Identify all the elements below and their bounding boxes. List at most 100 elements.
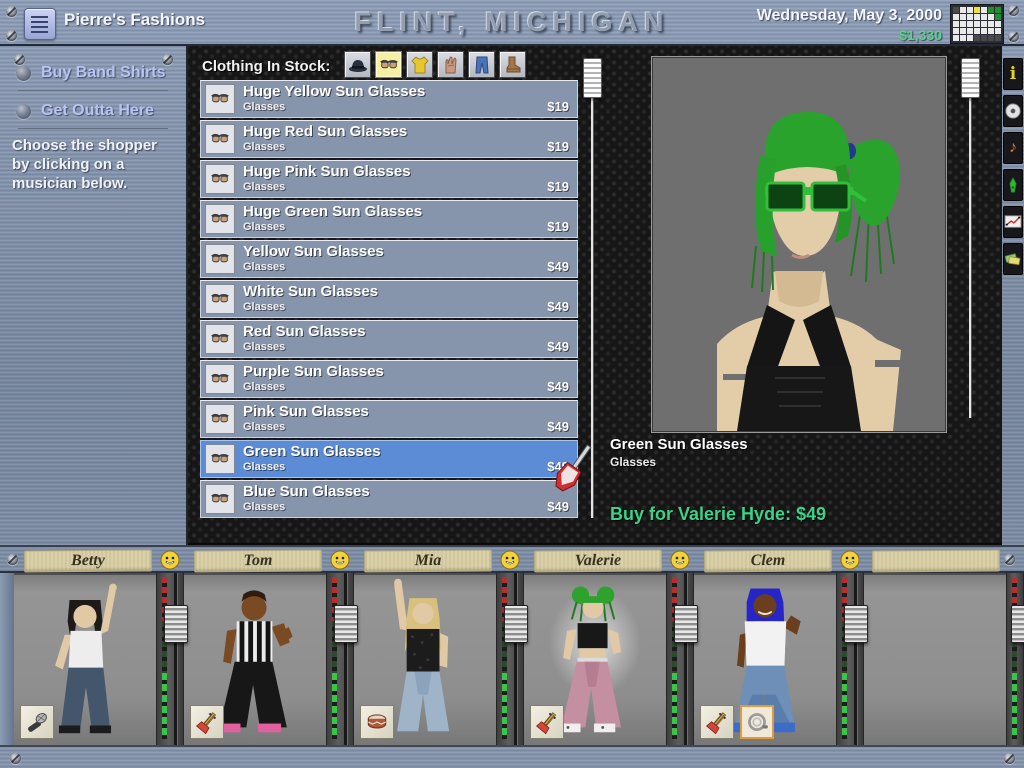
item-price: $49	[547, 379, 569, 394]
volume-fader[interactable]	[504, 605, 528, 643]
cable-icon[interactable]	[740, 705, 774, 739]
category-shirts-button[interactable]	[406, 51, 433, 78]
category-pants-button[interactable]	[468, 51, 495, 78]
divider	[18, 128, 168, 130]
chart-icon[interactable]	[1003, 206, 1023, 238]
item-row-blue-sun-glasses[interactable]: Blue Sun GlassesGlasses$49	[200, 480, 578, 518]
money-icon[interactable]	[1003, 243, 1023, 275]
item-title: Green Sun Glasses	[243, 443, 381, 460]
screw-icon	[1008, 5, 1019, 16]
sunglasses-icon	[205, 324, 235, 354]
item-title: Huge Pink Sun Glasses	[243, 163, 411, 180]
date-label: Wednesday, May 3, 2000	[757, 7, 942, 25]
item-row-yellow-sun-glasses[interactable]: Yellow Sun GlassesGlasses$49	[200, 240, 578, 278]
item-title: Purple Sun Glasses	[243, 363, 384, 380]
item-row-huge-green-sun-glasses[interactable]: Huge Green Sun GlassesGlasses$19	[200, 200, 578, 238]
item-row-green-sun-glasses[interactable]: Green Sun GlassesGlasses$49	[200, 440, 578, 478]
calendar-day-cell	[974, 21, 980, 27]
list-scrollbar-track[interactable]	[591, 62, 593, 518]
green-guitar-icon[interactable]	[1003, 169, 1023, 201]
level-meter	[502, 577, 507, 739]
smiley-icon[interactable]	[160, 550, 180, 570]
screw-icon	[10, 753, 21, 764]
info-icon[interactable]: i	[1003, 58, 1023, 90]
screw-icon	[1004, 554, 1015, 565]
level-meter	[162, 577, 167, 739]
level-meter	[332, 577, 337, 739]
sunglasses-icon	[205, 404, 235, 434]
item-row-huge-yellow-sun-glasses[interactable]: Huge Yellow Sun GlassesGlasses$19	[200, 80, 578, 118]
fader-column	[836, 573, 864, 745]
buy-band-shirts-label: Buy Band Shirts	[41, 64, 165, 82]
guitar-icon[interactable]	[530, 705, 564, 739]
microphone-icon[interactable]	[20, 705, 54, 739]
item-row-pink-sun-glasses[interactable]: Pink Sun GlassesGlasses$49	[200, 400, 578, 438]
calendar-day-cell	[967, 21, 973, 27]
item-price: $49	[547, 339, 569, 354]
drum-icon[interactable]	[360, 705, 394, 739]
item-title: Pink Sun Glasses	[243, 403, 369, 420]
calendar-widget[interactable]	[950, 4, 1004, 44]
name-plate-clem[interactable]: Clem	[704, 549, 832, 572]
menu-list-icon[interactable]	[24, 8, 56, 40]
smiley-icon[interactable]	[500, 550, 520, 570]
item-price: $19	[547, 139, 569, 154]
screw-icon	[6, 30, 17, 41]
calendar-day-cell	[981, 21, 987, 27]
name-plate-valerie[interactable]: Valerie	[534, 549, 662, 572]
item-row-red-sun-glasses[interactable]: Red Sun GlassesGlasses$49	[200, 320, 578, 358]
preview-scrollbar-handle[interactable]	[961, 58, 980, 98]
smiley-icon[interactable]	[330, 550, 350, 570]
guitar-icon[interactable]	[190, 705, 224, 739]
fader-column	[1006, 573, 1024, 745]
item-row-white-sun-glasses[interactable]: White Sun GlassesGlasses$49	[200, 280, 578, 318]
volume-fader[interactable]	[164, 605, 188, 643]
musician-cell-clem[interactable]	[694, 573, 836, 745]
guitar-icon[interactable]	[700, 705, 734, 739]
buy-band-shirts-button[interactable]: Buy Band Shirts	[16, 64, 165, 82]
item-row-purple-sun-glasses[interactable]: Purple Sun GlassesGlasses $49	[200, 360, 578, 398]
musician-cell-tom[interactable]	[184, 573, 326, 745]
calendar-day-cell	[960, 14, 966, 20]
money-label: $1,330	[899, 27, 942, 43]
item-row-huge-red-sun-glasses[interactable]: Huge Red Sun GlassesGlasses$19	[200, 120, 578, 158]
list-scrollbar-handle[interactable]	[583, 58, 602, 98]
music-note-icon[interactable]: ♪	[1003, 132, 1023, 164]
musician-cell-betty[interactable]	[14, 573, 156, 745]
item-row-huge-pink-sun-glasses[interactable]: Huge Pink Sun GlassesGlasses$19	[200, 160, 578, 198]
item-subtitle: Glasses	[243, 381, 285, 393]
item-subtitle: Glasses	[243, 301, 285, 313]
category-hats-button[interactable]	[344, 51, 371, 78]
item-title: Red Sun Glasses	[243, 323, 366, 340]
fader-column	[156, 573, 184, 745]
calendar-day-cell	[960, 28, 966, 34]
item-subtitle: Glasses	[243, 101, 285, 113]
category-gloves-button[interactable]	[437, 51, 464, 78]
category-buttons	[344, 51, 526, 78]
preview-scrollbar-track[interactable]	[969, 62, 971, 418]
name-plate-mia[interactable]: Mia	[364, 549, 492, 572]
volume-fader[interactable]	[334, 605, 358, 643]
name-plate-tom[interactable]: Tom	[194, 549, 322, 572]
musician-cell-mia[interactable]	[354, 573, 496, 745]
instruction-text: Choose the shopper by clicking on a musi…	[12, 136, 174, 193]
buy-button[interactable]: Buy for Valerie Hyde: $49	[610, 504, 826, 525]
item-title: White Sun Glasses	[243, 283, 378, 300]
calendar-day-cell	[995, 14, 1001, 20]
volume-fader[interactable]	[674, 605, 698, 643]
musician-cell-empty[interactable]	[864, 573, 1006, 745]
get-outta-here-button[interactable]: Get Outta Here	[16, 102, 154, 120]
get-outta-here-label: Get Outta Here	[41, 102, 154, 120]
name-plate-betty[interactable]: Betty	[24, 549, 152, 572]
musician-cell-valerie[interactable]	[524, 573, 666, 745]
volume-fader[interactable]	[1011, 605, 1024, 643]
category-boots-button[interactable]	[499, 51, 526, 78]
smiley-icon[interactable]	[670, 550, 690, 570]
calendar-day-cell	[953, 28, 959, 34]
category-glasses-button[interactable]	[375, 51, 402, 78]
cd-icon[interactable]	[1003, 95, 1023, 127]
item-price: $49	[547, 499, 569, 514]
screw-icon	[1004, 753, 1015, 764]
smiley-icon[interactable]	[840, 550, 860, 570]
volume-fader[interactable]	[844, 605, 868, 643]
